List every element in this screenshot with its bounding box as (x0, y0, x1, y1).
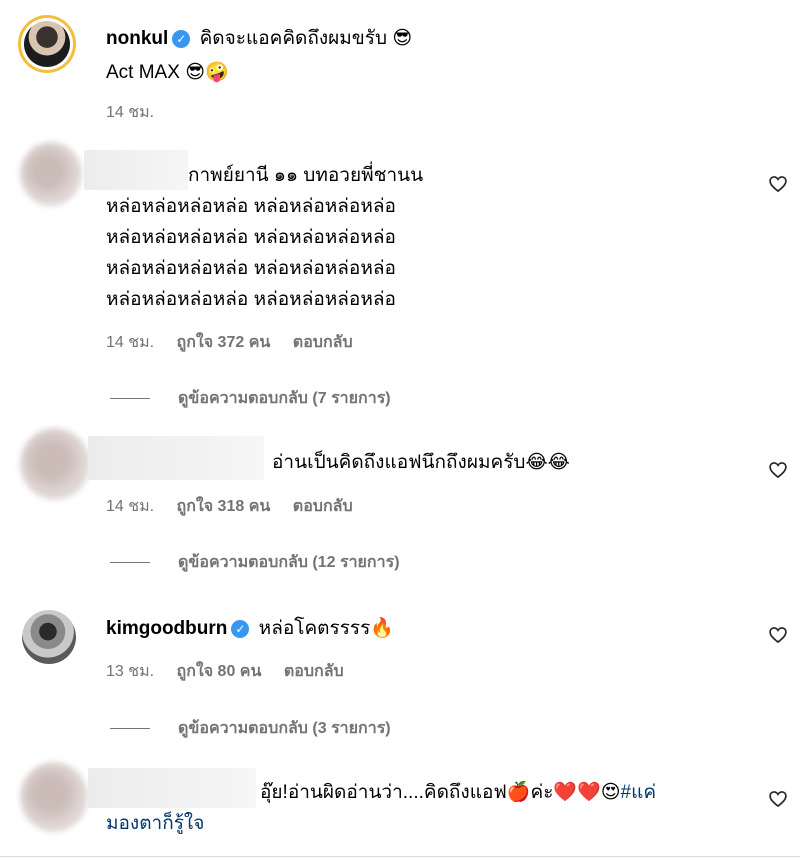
comment-emoji: 🔥 (370, 617, 394, 639)
comment-avatar-blurred[interactable] (20, 428, 90, 500)
heart-outline-icon[interactable] (768, 625, 788, 645)
comment-text: อ่านเป็นคิดถึงแอฟนึกถึงผมครับ😂😂 (272, 446, 570, 479)
reply-button[interactable]: ตอบกลับ (284, 663, 344, 680)
comment-emoji: 🍎 (506, 781, 531, 803)
post-author-username[interactable]: nonkul (106, 28, 168, 49)
comment-text-body: อ่านเป็นคิดถึงแอฟนึกถึงผมครับ (272, 452, 526, 473)
view-replies-button[interactable]: ดูข้อความตอบกลับ (3 รายการ) (110, 716, 391, 741)
comment-text-body-2: ค่ะ (530, 782, 554, 803)
view-replies-label: ดูข้อความตอบกลับ (12 รายการ) (178, 554, 400, 571)
caption-text: คิดจะแอคคิดถึงผมขรับ (199, 28, 388, 49)
comment-avatar-blurred[interactable] (20, 142, 82, 206)
view-replies-divider (110, 398, 150, 399)
comment-emoji: 😂😂 (525, 451, 570, 473)
avatar-photo (24, 21, 70, 67)
reply-button[interactable]: ตอบกลับ (293, 334, 353, 351)
comment-username-blurred[interactable] (88, 436, 264, 480)
comment-likes-link[interactable]: ถูกใจ 372 คน (177, 334, 271, 351)
comment-time: 14 ชม. (106, 498, 155, 515)
comment-avatar-blurred[interactable] (20, 762, 88, 832)
comment-username-blurred[interactable] (88, 768, 256, 808)
comment-text-line: หล่อหล่อหล่อหล่อ หล่อหล่อหล่อหล่อ (106, 227, 396, 248)
view-replies-label: ดูข้อความตอบกลับ (3 รายการ) (178, 720, 391, 737)
comment-text-line: อุ๊ย!อ่านผิดอ่านว่า....คิดถึงแอฟ🍎ค่ะ❤️❤️… (260, 776, 656, 809)
comment-text: kimgoodburn ✓ หล่อโคตรรรร🔥 (106, 612, 394, 645)
post-caption-line2: Act MAX 😎🤪 (106, 56, 229, 89)
hashtag-link-continued[interactable]: มองตาก็รู้ใจ (106, 808, 204, 840)
post-meta: 14 ชม. (106, 100, 172, 125)
comment-text-line: หล่อหล่อหล่อหล่อ หล่อหล่อหล่อหล่อ (106, 289, 396, 310)
view-replies-button[interactable]: ดูข้อความตอบกลับ (7 รายการ) (110, 386, 391, 411)
comment-author-avatar[interactable] (22, 610, 76, 664)
post-time: 14 ชม. (106, 104, 155, 121)
heart-outline-icon[interactable] (768, 460, 788, 480)
comment-time: 13 ชม. (106, 663, 155, 680)
comment-likes-link[interactable]: ถูกใจ 318 คน (177, 498, 271, 515)
reply-button[interactable]: ตอบกลับ (293, 498, 353, 515)
avatar-ring-inner (21, 18, 73, 70)
caption-emoji: 😎 (392, 27, 413, 49)
comment-author-username[interactable]: kimgoodburn (106, 618, 227, 639)
view-replies-divider (110, 728, 150, 729)
comment-text-line: กาพย์ยานี ๑๑ บทอวยพี่ชานน (188, 165, 424, 186)
hashtag-link[interactable]: #แค่ (621, 782, 657, 803)
comment-username-blurred[interactable] (84, 150, 188, 190)
bottom-divider (0, 856, 800, 857)
comment-meta: 14 ชม. ถูกใจ 372 คน ตอบกลับ (106, 330, 371, 355)
caption-emoji-2: 😎🤪 (185, 61, 229, 83)
verified-badge-icon: ✓ (231, 620, 250, 638)
comment-emoji-2: ❤️❤️😍 (553, 781, 621, 803)
comment-text-line: หล่อหล่อหล่อหล่อ หล่อหล่อหล่อหล่อ (106, 196, 396, 217)
comment-time: 14 ชม. (106, 334, 155, 351)
comment-meta: 13 ชม. ถูกใจ 80 คน ตอบกลับ (106, 659, 362, 684)
comment-text-body: หล่อโคตรรรร (258, 618, 371, 639)
post-caption-line1: nonkul ✓ คิดจะแอคคิดถึงผมขรับ 😎 (106, 22, 412, 55)
comment-text-line: หล่อหล่อหล่อหล่อ หล่อหล่อหล่อหล่อ (106, 258, 396, 279)
verified-badge-icon: ✓ (172, 30, 191, 48)
comment-meta: 14 ชม. ถูกใจ 318 คน ตอบกลับ (106, 494, 371, 519)
comment-text-body: อุ๊ย!อ่านผิดอ่านว่า....คิดถึงแอฟ (260, 782, 507, 803)
view-replies-button[interactable]: ดูข้อความตอบกลับ (12 รายการ) (110, 550, 400, 575)
view-replies-divider (110, 562, 150, 563)
post-author-avatar[interactable] (18, 15, 76, 73)
view-replies-label: ดูข้อความตอบกลับ (7 รายการ) (178, 390, 391, 407)
caption-text-2: Act MAX (106, 62, 180, 83)
comment-likes-link[interactable]: ถูกใจ 80 คน (177, 663, 262, 680)
heart-outline-icon[interactable] (768, 174, 788, 194)
heart-outline-icon[interactable] (768, 789, 788, 809)
